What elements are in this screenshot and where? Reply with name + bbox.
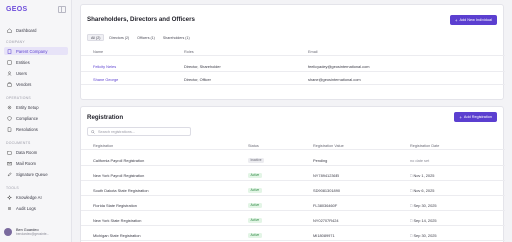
users-icon <box>7 71 12 76</box>
sidebar: GEOS Dashboard COMPANY Parent Company En… <box>0 0 72 242</box>
sidebar-item-mail-room[interactable]: Mail Room <box>4 159 68 167</box>
sidebar-item-vendors[interactable]: Vendors <box>4 80 68 88</box>
registration-value: FL38036460F <box>313 202 338 208</box>
table-row[interactable]: New York Payroll Registration Active NY7… <box>81 170 505 181</box>
section-label-documents: DOCUMENTS <box>6 141 31 145</box>
sidebar-item-entities[interactable]: Entities <box>4 58 68 66</box>
registration-date: Nov 1, 2025 <box>413 172 435 178</box>
tab-officers[interactable]: Officers (1) <box>134 34 158 41</box>
mail-icon <box>7 161 12 166</box>
registration-card: Registration + Add Registration Registra… <box>80 106 505 242</box>
column-header-registration: Registration <box>93 143 114 148</box>
building-icon <box>7 49 12 54</box>
sidebar-item-users[interactable]: Users <box>4 69 68 77</box>
table-row[interactable]: Felicity Neles Director, Shareholder fee… <box>81 61 505 72</box>
sidebar-item-parent-company[interactable]: Parent Company <box>4 47 68 55</box>
table-row[interactable]: Florida State Registration Active FL3803… <box>81 200 505 211</box>
search-input[interactable] <box>98 129 188 134</box>
shield-icon <box>7 115 12 121</box>
registration-date: Sep 14, 2025 <box>413 217 437 223</box>
pen-icon <box>7 171 12 177</box>
table-row[interactable]: Michigan State Registration Active MI180… <box>81 230 505 241</box>
officer-name-link[interactable]: Shane George <box>93 74 118 84</box>
sidebar-toggle-icon[interactable] <box>58 6 66 13</box>
add-individual-button[interactable]: + Add New Individual <box>449 15 497 25</box>
search-field[interactable] <box>87 127 191 136</box>
status-badge: Active <box>248 232 262 238</box>
registration-date: no date set <box>410 157 430 163</box>
registration-value: NY02707R424 <box>313 217 339 223</box>
sidebar-item-knowledge-ai[interactable]: Knowledge AI <box>4 193 68 201</box>
home-icon <box>7 27 12 33</box>
status-badge: Active <box>248 217 262 223</box>
registration-value: Pending <box>313 157 328 163</box>
officers-card: Shareholders, Directors and Officers + A… <box>80 4 505 100</box>
search-icon <box>91 129 95 134</box>
registration-date: Sep 30, 2025 <box>413 202 437 208</box>
entities-icon <box>7 60 12 65</box>
registration-name: Michigan State Registration <box>93 232 141 238</box>
sparkle-icon <box>7 194 12 200</box>
sidebar-item-resolutions[interactable]: Resolutions <box>4 125 68 133</box>
section-label-company: COMPANY <box>6 40 25 44</box>
folder-icon <box>7 150 12 155</box>
registration-value: NY78941236EI <box>313 172 340 178</box>
registration-date: Sep 30, 2025 <box>413 232 437 238</box>
plus-icon: + <box>454 17 458 23</box>
officer-roles: Director, Officer <box>184 76 211 82</box>
column-header-roles: Roles <box>184 49 194 54</box>
registration-name: New York Payroll Registration <box>93 172 145 178</box>
registration-name: Florida State Registration <box>93 202 137 208</box>
officer-email: shane@geosinternational.com <box>308 76 361 82</box>
officer-name-link[interactable]: Felicity Neles <box>93 61 116 71</box>
plus-icon: + <box>459 114 462 120</box>
table-row[interactable]: California Payroll Registration Inactive… <box>81 155 505 166</box>
tab-all[interactable]: All (2) <box>87 34 105 41</box>
section-label-tools: TOOLS <box>6 186 19 190</box>
officers-table-header: Name Roles Email <box>81 48 505 56</box>
avatar <box>4 228 12 236</box>
sidebar-item-dashboard[interactable]: Dashboard <box>4 26 68 34</box>
officer-email: feelicyadey@geosinternational.com <box>308 63 370 69</box>
vendors-icon <box>7 82 12 87</box>
officers-title: Shareholders, Directors and Officers <box>87 16 195 23</box>
column-header-name: Name <box>93 49 104 54</box>
column-header-email: Email <box>308 49 318 54</box>
sidebar-item-compliance[interactable]: Compliance <box>4 114 68 122</box>
sidebar-item-signature-queue[interactable]: Signature Queue <box>4 170 68 178</box>
status-badge: Inactive <box>248 157 264 163</box>
officer-roles: Director, Shareholder <box>184 63 221 69</box>
gear-icon <box>7 105 12 110</box>
sidebar-item-audit-logs[interactable]: Audit Logs <box>4 204 68 212</box>
status-badge: Active <box>248 187 262 193</box>
officers-tabs: All (2) Directors (2) Officers (1) Share… <box>87 34 195 41</box>
status-badge: Active <box>248 202 262 208</box>
section-label-operations: OPERATIONS <box>6 96 31 100</box>
registration-date: Nov 6, 2025 <box>413 187 435 193</box>
sidebar-item-data-room[interactable]: Data Room <box>4 148 68 156</box>
registration-table-header: Registration Status Registration Value R… <box>81 142 505 150</box>
sidebar-item-entity-setup[interactable]: Entity Setup <box>4 103 68 111</box>
column-header-status: Status <box>248 143 259 148</box>
column-header-registration-value: Registration Value <box>313 143 344 148</box>
registration-title: Registration <box>87 114 124 121</box>
user-email: bendardeo@geosinte... <box>16 232 50 236</box>
registration-value: MI18089971 <box>313 232 335 238</box>
registration-name: California Payroll Registration <box>93 157 145 163</box>
list-icon <box>7 206 12 211</box>
status-badge: Active <box>248 172 262 178</box>
add-registration-button[interactable]: + Add Registration <box>454 112 497 122</box>
document-icon <box>7 126 12 132</box>
table-row[interactable]: Shane George Director, Officer shane@geo… <box>81 74 505 85</box>
tab-shareholders[interactable]: Shareholders (1) <box>160 34 193 41</box>
registration-name: New York State Registration <box>93 217 142 223</box>
table-row[interactable]: New York State Registration Active NY027… <box>81 215 505 226</box>
user-profile[interactable]: Ben Guardeo bendardeo@geosinte... <box>4 226 68 238</box>
registration-name: South Dakota State Registration <box>93 187 149 193</box>
registration-value: SD9081301890 <box>313 187 341 193</box>
app-logo: GEOS <box>6 6 28 13</box>
column-header-registration-date: Registration Date <box>410 143 440 148</box>
table-row[interactable]: South Dakota State Registration Active S… <box>81 185 505 196</box>
tab-directors[interactable]: Directors (2) <box>106 34 132 41</box>
